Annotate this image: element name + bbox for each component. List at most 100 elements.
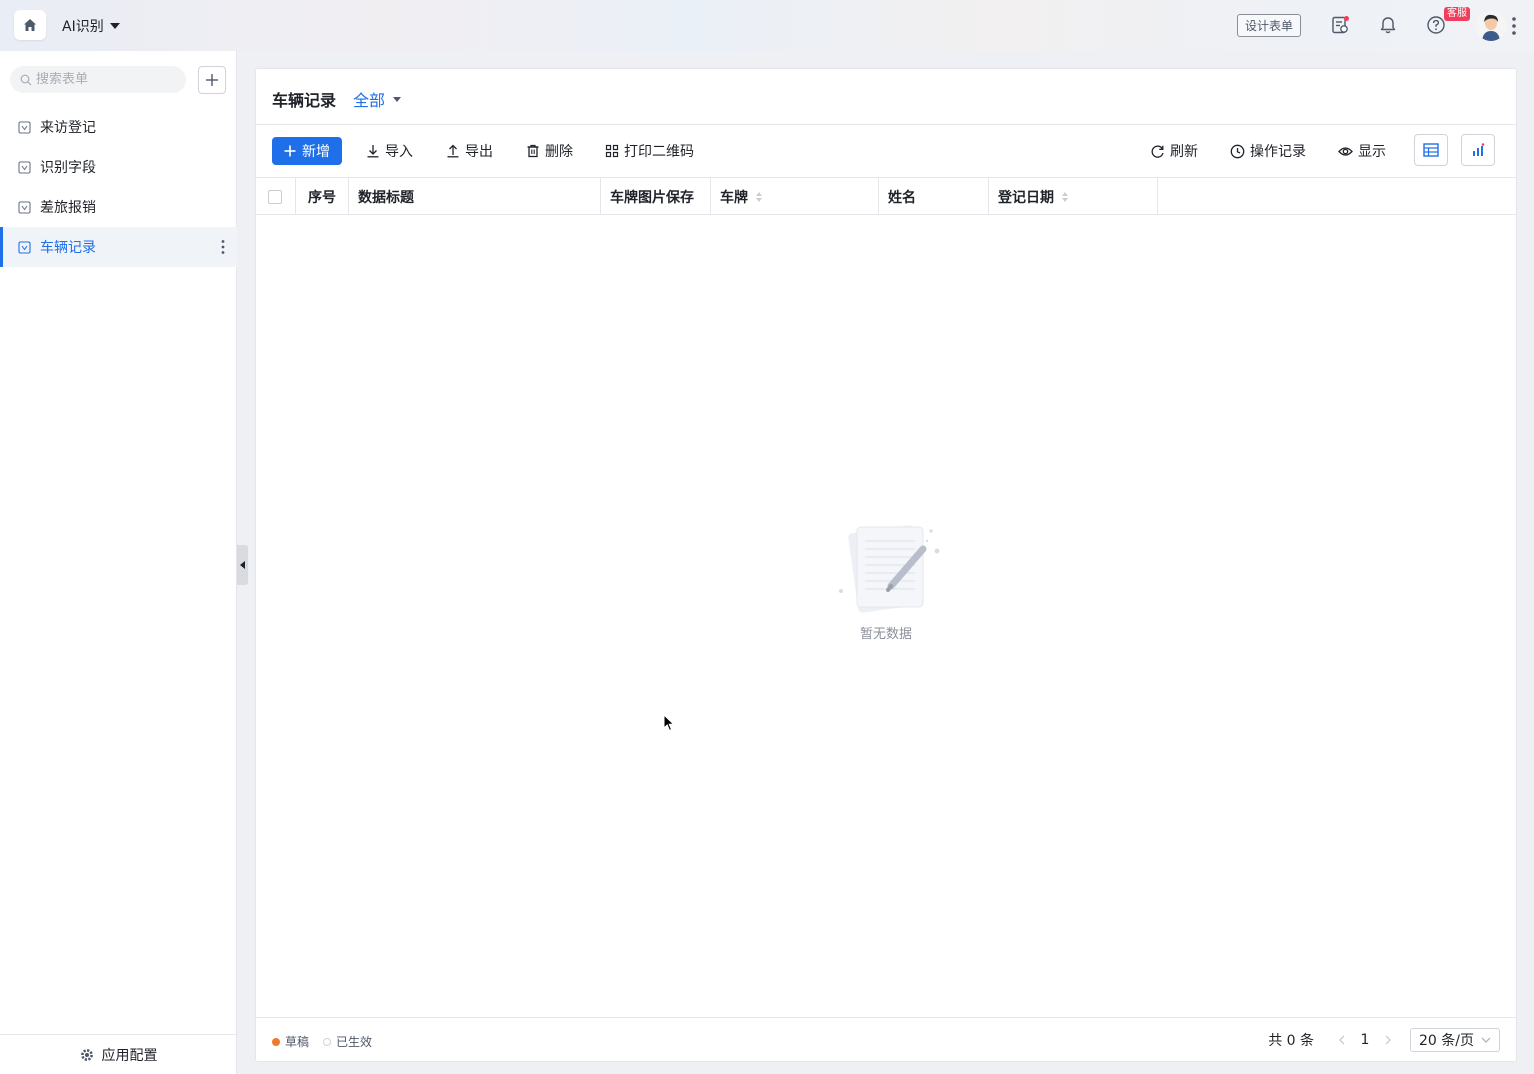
chevron-left-icon xyxy=(1339,1035,1345,1045)
chevron-left-icon xyxy=(240,561,245,569)
search-form[interactable] xyxy=(10,66,186,93)
more-vertical-icon[interactable] xyxy=(221,239,225,255)
page-size-select[interactable]: 20 条/页 xyxy=(1410,1028,1500,1052)
chart-view-button[interactable] xyxy=(1461,134,1495,166)
help-icon xyxy=(1427,16,1445,34)
design-form-button[interactable]: 设计表单 xyxy=(1237,14,1301,37)
app-switcher[interactable]: AI识别 xyxy=(62,16,120,36)
sidebar-item-fields[interactable]: 识别字段 xyxy=(0,147,237,187)
trash-icon xyxy=(527,144,539,158)
column-header-label: 登记日期 xyxy=(998,189,1054,206)
top-bar: AI识别 设计表单 客服 xyxy=(0,0,1534,51)
column-header-label: 车牌 xyxy=(720,189,748,206)
qrcode-icon xyxy=(605,144,619,158)
delete-label: 删除 xyxy=(545,144,573,160)
sidebar-item-label: 车辆记录 xyxy=(40,240,96,256)
print-qr-button[interactable]: 打印二维码 xyxy=(605,137,694,165)
todo-button[interactable] xyxy=(1329,14,1351,36)
status-legend: 草稿 已生效 xyxy=(272,1033,372,1050)
main-header: 车辆记录 全部 xyxy=(256,69,1516,125)
support-badge[interactable]: 客服 xyxy=(1444,7,1470,21)
add-form-button[interactable] xyxy=(198,66,226,94)
sidebar: 来访登记 识别字段 差旅报销 车辆记录 应用配置 xyxy=(0,51,237,1074)
form-list: 来访登记 识别字段 差旅报销 车辆记录 xyxy=(0,107,237,267)
sort-icon[interactable] xyxy=(1062,191,1068,202)
empty-text: 暂无数据 xyxy=(859,627,912,642)
page-size-value: 20 条/页 xyxy=(1419,1033,1474,1049)
legend-draft-label: 草稿 xyxy=(285,1035,310,1049)
current-page[interactable]: 1 xyxy=(1352,1032,1378,1048)
chevron-right-icon xyxy=(1385,1035,1391,1045)
form-icon xyxy=(18,160,31,174)
view-select-value: 全部 xyxy=(353,91,386,110)
add-record-button[interactable]: 新增 xyxy=(272,137,342,165)
form-icon xyxy=(18,200,31,214)
sidebar-item-label: 差旅报销 xyxy=(40,200,96,216)
app-settings-label: 应用配置 xyxy=(101,1047,158,1064)
column-header-label: 车牌图片保存 xyxy=(610,189,694,206)
export-button[interactable]: 导出 xyxy=(446,137,493,165)
more-vertical-icon[interactable] xyxy=(1511,16,1517,36)
search-input[interactable] xyxy=(36,72,176,87)
caret-down-icon xyxy=(393,96,402,102)
caret-down-icon xyxy=(109,23,120,29)
chevron-down-icon xyxy=(1481,1037,1491,1043)
refresh-icon xyxy=(1151,144,1164,158)
plus-icon xyxy=(284,145,296,157)
sidebar-item-visitor[interactable]: 来访登记 xyxy=(0,107,237,147)
view-select[interactable]: 全部 xyxy=(353,87,402,111)
bell-icon xyxy=(1380,17,1396,34)
sidebar-item-label: 识别字段 xyxy=(40,160,96,176)
import-label: 导入 xyxy=(385,144,413,160)
avatar[interactable] xyxy=(1476,11,1506,41)
mouse-cursor-icon xyxy=(663,714,675,732)
prev-page-button[interactable] xyxy=(1332,1030,1352,1050)
eye-icon xyxy=(1338,146,1353,156)
app-settings-button[interactable]: 应用配置 xyxy=(0,1034,237,1074)
empty-document-icon xyxy=(839,525,940,613)
history-button[interactable]: 操作记录 xyxy=(1230,137,1306,165)
delete-button[interactable]: 删除 xyxy=(526,137,573,165)
add-record-label: 新增 xyxy=(302,144,330,160)
column-header-label: 序号 xyxy=(308,189,336,206)
legend-effective: 已生效 xyxy=(323,1033,372,1050)
home-button[interactable] xyxy=(14,10,46,40)
table-header: 序号 数据标题 车牌图片保存 车牌 姓名 登记日期 xyxy=(256,177,1516,215)
notification-button[interactable] xyxy=(1377,14,1399,36)
sidebar-item-vehicle[interactable]: 车辆记录 xyxy=(0,227,237,267)
sort-icon[interactable] xyxy=(756,191,762,202)
upload-icon xyxy=(447,144,459,158)
table-footer: 草稿 已生效 共 0 条 1 20 条/页 xyxy=(256,1017,1516,1061)
display-label: 显示 xyxy=(1358,144,1386,160)
sidebar-item-label: 来访登记 xyxy=(40,120,96,136)
next-page-button[interactable] xyxy=(1378,1030,1398,1050)
sidebar-item-travel[interactable]: 差旅报销 xyxy=(0,187,237,227)
column-header-index: 序号 xyxy=(296,178,349,215)
todo-icon xyxy=(1332,16,1349,34)
total-count: 共 0 条 xyxy=(1268,1033,1314,1049)
column-header-label: 数据标题 xyxy=(358,189,414,206)
import-button[interactable]: 导入 xyxy=(366,137,413,165)
select-all-checkbox[interactable] xyxy=(268,189,282,204)
display-button[interactable]: 显示 xyxy=(1338,137,1386,165)
history-label: 操作记录 xyxy=(1250,144,1306,160)
column-header-plate-image[interactable]: 车牌图片保存 xyxy=(601,178,711,215)
gear-icon xyxy=(80,1048,93,1061)
form-icon xyxy=(18,240,31,254)
column-header-name[interactable]: 姓名 xyxy=(879,178,989,215)
page-title: 车辆记录 xyxy=(272,91,337,110)
legend-effective-label: 已生效 xyxy=(336,1035,373,1049)
column-header-date[interactable]: 登记日期 xyxy=(989,178,1158,215)
app-title: AI识别 xyxy=(62,19,104,35)
refresh-button[interactable]: 刷新 xyxy=(1150,137,1198,165)
column-header-plate[interactable]: 车牌 xyxy=(711,178,879,215)
empty-state: 暂无数据 xyxy=(826,521,946,642)
plus-icon xyxy=(206,74,218,86)
effective-dot-icon xyxy=(323,1037,332,1046)
column-header-title[interactable]: 数据标题 xyxy=(349,178,601,215)
main-panel: 车辆记录 全部 新增 导入 导出 删除 打印二维码 刷新 操作记录 显示 序号 … xyxy=(255,68,1517,1062)
pagination: 共 0 条 1 20 条/页 xyxy=(1268,1028,1500,1052)
column-header-label: 姓名 xyxy=(888,189,916,206)
table-view-button[interactable] xyxy=(1414,134,1448,166)
sidebar-collapse-handle[interactable] xyxy=(237,545,248,585)
